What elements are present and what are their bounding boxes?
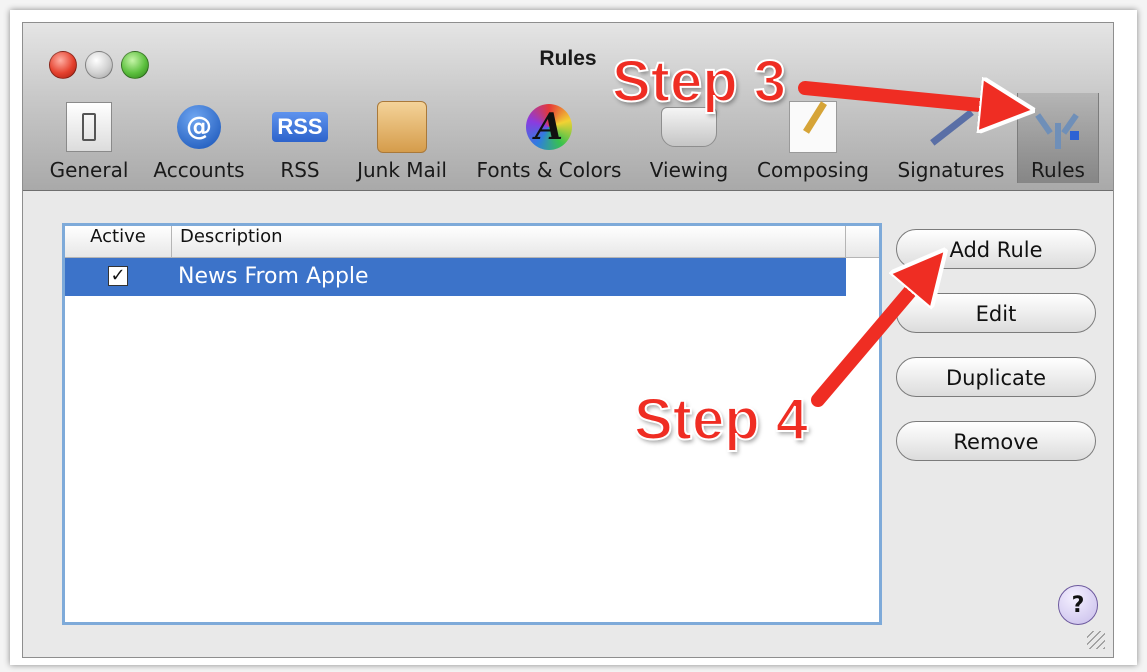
step-4-annotation: Step 4 xyxy=(633,386,809,453)
step4-arrow xyxy=(811,268,930,407)
annotation-arrows xyxy=(798,0,1147,407)
step3-arrow xyxy=(798,88,1010,108)
step-3-annotation: Step 3 xyxy=(611,48,787,115)
